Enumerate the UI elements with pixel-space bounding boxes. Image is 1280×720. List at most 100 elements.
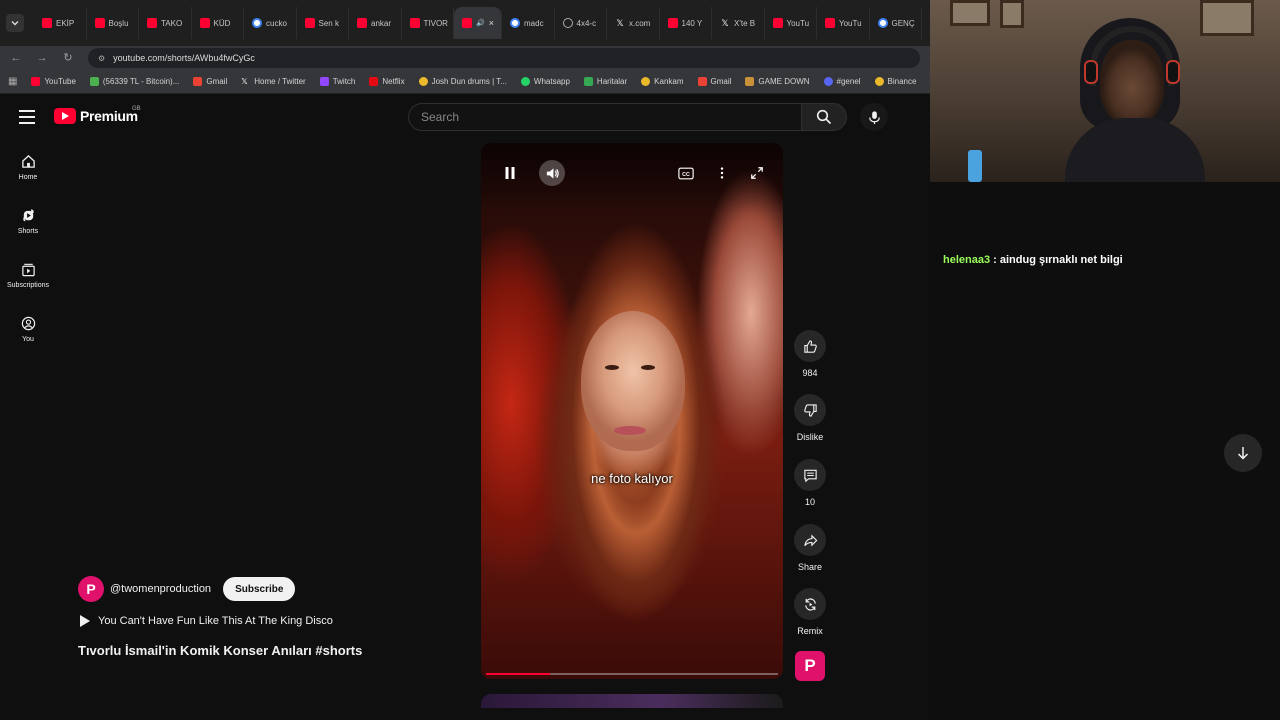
- browser-tab[interactable]: madc: [502, 7, 555, 39]
- bookmark-item[interactable]: Netflix: [369, 77, 405, 86]
- search-input[interactable]: Search: [408, 103, 802, 131]
- sidebar-item-home[interactable]: Home: [0, 154, 56, 181]
- tab-search-button[interactable]: [6, 14, 24, 32]
- voice-search-button[interactable]: [860, 103, 888, 131]
- apps-icon[interactable]: ▦: [8, 76, 17, 87]
- video-progress-fill: [486, 673, 551, 675]
- browser-tab[interactable]: YouTu: [817, 7, 870, 39]
- browser-tab[interactable]: YouTu: [765, 7, 817, 39]
- youtube-page: Premium GB Search Home Shorts Subscripti…: [0, 94, 930, 720]
- bookmark-item[interactable]: Gmail: [193, 77, 227, 86]
- menu-icon[interactable]: [19, 110, 35, 124]
- bookmark-item[interactable]: Binance: [874, 77, 916, 86]
- next-short-preview[interactable]: [481, 694, 783, 708]
- twitch-icon: [319, 77, 329, 86]
- bookmark-item[interactable]: 𝕏 Home / Twitter: [241, 77, 305, 86]
- browser-tab[interactable]: TAKO: [139, 7, 192, 39]
- subscribe-button[interactable]: Subscribe: [223, 577, 296, 601]
- fullscreen-button[interactable]: [747, 163, 767, 183]
- more-options-button[interactable]: [712, 163, 732, 183]
- remix-button[interactable]: Remix: [789, 588, 831, 636]
- bookmark-item[interactable]: Haritalar: [583, 77, 627, 86]
- chat-message: helenaa3 : aindug şırnaklı net bilgi: [943, 254, 1123, 266]
- browser-tab[interactable]: EKİP: [34, 7, 87, 39]
- browser-tab[interactable]: 🔊 ×: [454, 7, 502, 39]
- subscriptions-icon: [21, 263, 35, 277]
- forward-icon[interactable]: →: [36, 52, 48, 64]
- volume-button[interactable]: [539, 160, 565, 186]
- webcam-feed: [930, 0, 1280, 182]
- youtube-icon: [667, 18, 678, 28]
- bookmark-item[interactable]: (56339 TL - Bitcoin)...: [89, 77, 179, 86]
- bookmarks-bar: ▦ YouTube (56339 TL - Bitcoin)... Gmail 𝕏 Ho…: [0, 70, 930, 94]
- bookmark-label: Netflix: [382, 77, 405, 86]
- channel-avatar[interactable]: P: [78, 576, 104, 602]
- bookmark-item[interactable]: YouTube: [31, 77, 76, 86]
- search-button[interactable]: [801, 103, 847, 131]
- bookmark-item[interactable]: Kankam: [641, 77, 684, 86]
- bookmark-item[interactable]: Whatsapp: [520, 77, 570, 86]
- channel-avatar-square[interactable]: P: [795, 651, 825, 681]
- reload-icon[interactable]: ↻: [62, 52, 74, 64]
- sidebar-item-you[interactable]: You: [0, 316, 56, 343]
- close-tab-icon[interactable]: ×: [489, 18, 494, 28]
- dislike-button[interactable]: Dislike: [789, 394, 831, 442]
- shorts-video-player[interactable]: CC ne foto kalıyor: [481, 143, 783, 679]
- url-field[interactable]: ⚙ youtube.com/shorts/AWbu4fwCyGc: [88, 48, 920, 68]
- you-icon: [21, 316, 35, 331]
- gmail-icon: [193, 77, 203, 86]
- water-bottle: [968, 150, 982, 182]
- captions-button[interactable]: CC: [676, 163, 696, 183]
- browser-tab[interactable]: cucko: [244, 7, 297, 39]
- tab-label: ankar: [371, 18, 392, 28]
- music-title: You Can't Have Fun Like This At The King…: [98, 615, 333, 627]
- youtube-icon: [772, 18, 783, 28]
- gmail-icon: [697, 77, 707, 86]
- pause-button[interactable]: [500, 163, 520, 183]
- bookmark-item[interactable]: Twitch: [319, 77, 355, 86]
- bookmark-item[interactable]: Gmail: [697, 77, 731, 86]
- sidebar-label: Subscriptions: [6, 282, 50, 289]
- next-short-button[interactable]: [1224, 434, 1262, 472]
- video-title[interactable]: Tıvorlu İsmail'in Komik Konser Anıları #…: [78, 643, 362, 658]
- browser-tab[interactable]: 140 Y: [660, 7, 712, 39]
- google-icon: [877, 18, 888, 28]
- bookmark-item[interactable]: GAME DOWN: [745, 77, 810, 86]
- bookmark-item[interactable]: #genel: [823, 77, 861, 86]
- google-icon: [252, 18, 262, 28]
- browser-tab[interactable]: 𝕏x.com: [607, 7, 660, 39]
- youtube-premium-logo[interactable]: Premium GB: [54, 106, 141, 124]
- youtube-icon: [357, 18, 367, 28]
- sidebar-item-shorts[interactable]: Shorts: [0, 208, 56, 235]
- tab-label: YouTu: [786, 18, 810, 28]
- browser-tab[interactable]: ankar: [349, 7, 402, 39]
- tab-label: 4x4-c: [576, 18, 597, 28]
- back-icon[interactable]: ←: [10, 52, 22, 64]
- bookmark-item[interactable]: Josh Dun drums | T...: [418, 77, 507, 86]
- site-info-icon[interactable]: ⚙: [98, 54, 105, 63]
- browser-tab[interactable]: Boşlu: [87, 7, 139, 39]
- browser-tab[interactable]: GENÇ: [870, 7, 922, 39]
- country-code: GB: [132, 106, 141, 112]
- comments-button[interactable]: 10: [789, 459, 831, 507]
- browser-tab[interactable]: KÜD: [192, 7, 244, 39]
- tab-label: madc: [524, 18, 544, 28]
- wall-picture: [1000, 0, 1024, 28]
- browser-tab[interactable]: 𝕏 X'te B: [712, 7, 765, 39]
- channel-row: P @twomenproduction Subscribe: [78, 576, 296, 602]
- music-row[interactable]: You Can't Have Fun Like This At The King…: [80, 615, 333, 627]
- browser-tab[interactable]: 4x4-c: [555, 7, 607, 39]
- tab-label: 140 Y: [681, 18, 703, 28]
- channel-name[interactable]: @twomenproduction: [110, 583, 211, 595]
- globe-icon: [562, 18, 573, 28]
- share-button[interactable]: Share: [789, 524, 831, 572]
- netflix-icon: [369, 77, 379, 86]
- like-button[interactable]: 984: [789, 330, 831, 378]
- browser-tab[interactable]: TIVOR: [402, 7, 454, 39]
- streamer-body: [1065, 118, 1205, 182]
- browser-tab[interactable]: Sen k: [297, 7, 349, 39]
- sidebar-item-subscriptions[interactable]: Subscriptions: [0, 262, 56, 289]
- tab-audio-icon[interactable]: 🔊: [476, 19, 485, 27]
- video-progress-bar[interactable]: [486, 673, 778, 675]
- discord-icon: [823, 77, 833, 86]
